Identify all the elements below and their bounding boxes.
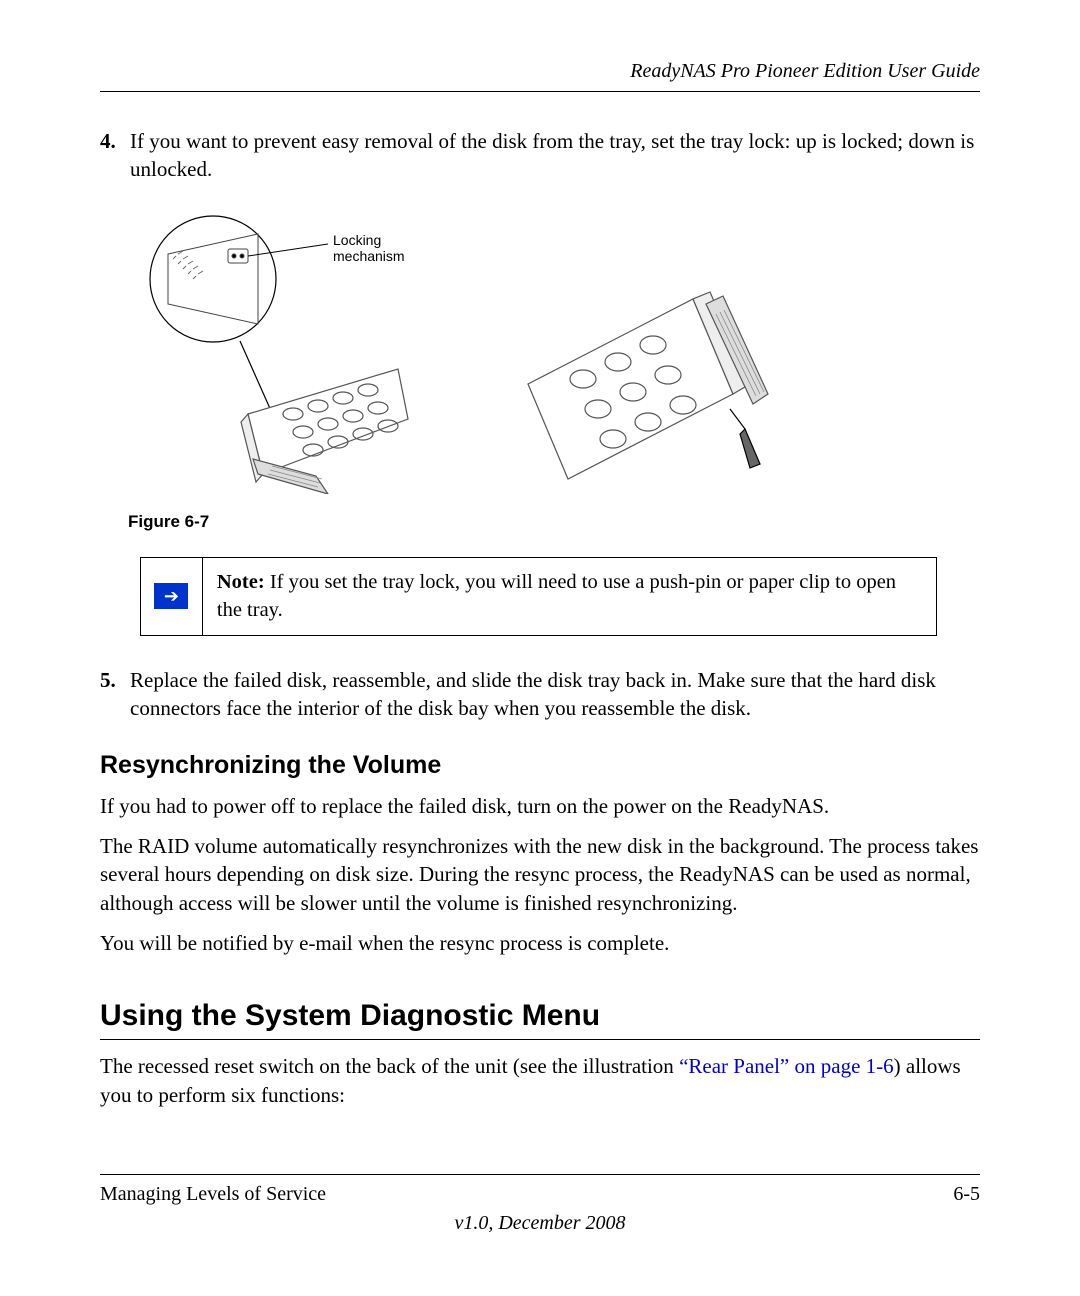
- note-label: Note:: [217, 571, 265, 593]
- footer-version: v1.0, December 2008: [100, 1212, 980, 1235]
- footer-page-number: 6-5: [953, 1183, 980, 1206]
- note-text: Note: If you set the tray lock, you will…: [203, 558, 936, 635]
- note-arrow-icon: ➔: [154, 583, 188, 609]
- step-list-continued: 5. Replace the failed disk, reassemble, …: [100, 666, 980, 723]
- page-header: ReadyNAS Pro Pioneer Edition User Guide: [100, 60, 980, 92]
- document-page: ReadyNAS Pro Pioneer Edition User Guide …: [0, 0, 1080, 1275]
- callout-line-2: mechanism: [333, 248, 405, 264]
- paragraph-resync-1: If you had to power off to replace the f…: [100, 792, 980, 820]
- note-box: ➔ Note: If you set the tray lock, you wi…: [140, 557, 937, 636]
- step-list: 4. If you want to prevent easy removal o…: [100, 127, 980, 184]
- tray-illustration-left: Locking mechanism: [128, 204, 428, 494]
- rear-panel-xref-link[interactable]: “Rear Panel” on page 1-6: [679, 1054, 894, 1078]
- callout-line-1: Locking: [333, 232, 381, 248]
- note-icon-cell: ➔: [141, 558, 203, 635]
- tray-illustration-right: [498, 264, 788, 494]
- resync-subheading: Resynchronizing the Volume: [100, 751, 980, 780]
- diagnostic-section-heading: Using the System Diagnostic Menu: [100, 999, 980, 1040]
- footer-chapter: Managing Levels of Service: [100, 1183, 326, 1206]
- figure-6-7: Locking mechanism: [128, 204, 980, 532]
- paragraph-resync-3: You will be notified by e-mail when the …: [100, 929, 980, 957]
- page-footer: Managing Levels of Service 6-5: [100, 1174, 980, 1206]
- step-4: 4. If you want to prevent easy removal o…: [100, 127, 980, 184]
- step-text: If you want to prevent easy removal of t…: [130, 127, 980, 184]
- step-number: 4.: [100, 127, 130, 184]
- step-number: 5.: [100, 666, 130, 723]
- figure-caption: Figure 6-7: [128, 512, 980, 532]
- locking-mechanism-label: Locking mechanism: [333, 232, 405, 264]
- step-5: 5. Replace the failed disk, reassemble, …: [100, 666, 980, 723]
- note-body: If you set the tray lock, you will need …: [217, 571, 896, 622]
- diagnostic-intro-paragraph: The recessed reset switch on the back of…: [100, 1052, 980, 1109]
- step-text: Replace the failed disk, reassemble, and…: [130, 666, 980, 723]
- diag-text-pre: The recessed reset switch on the back of…: [100, 1054, 679, 1078]
- paragraph-resync-2: The RAID volume automatically resynchron…: [100, 832, 980, 917]
